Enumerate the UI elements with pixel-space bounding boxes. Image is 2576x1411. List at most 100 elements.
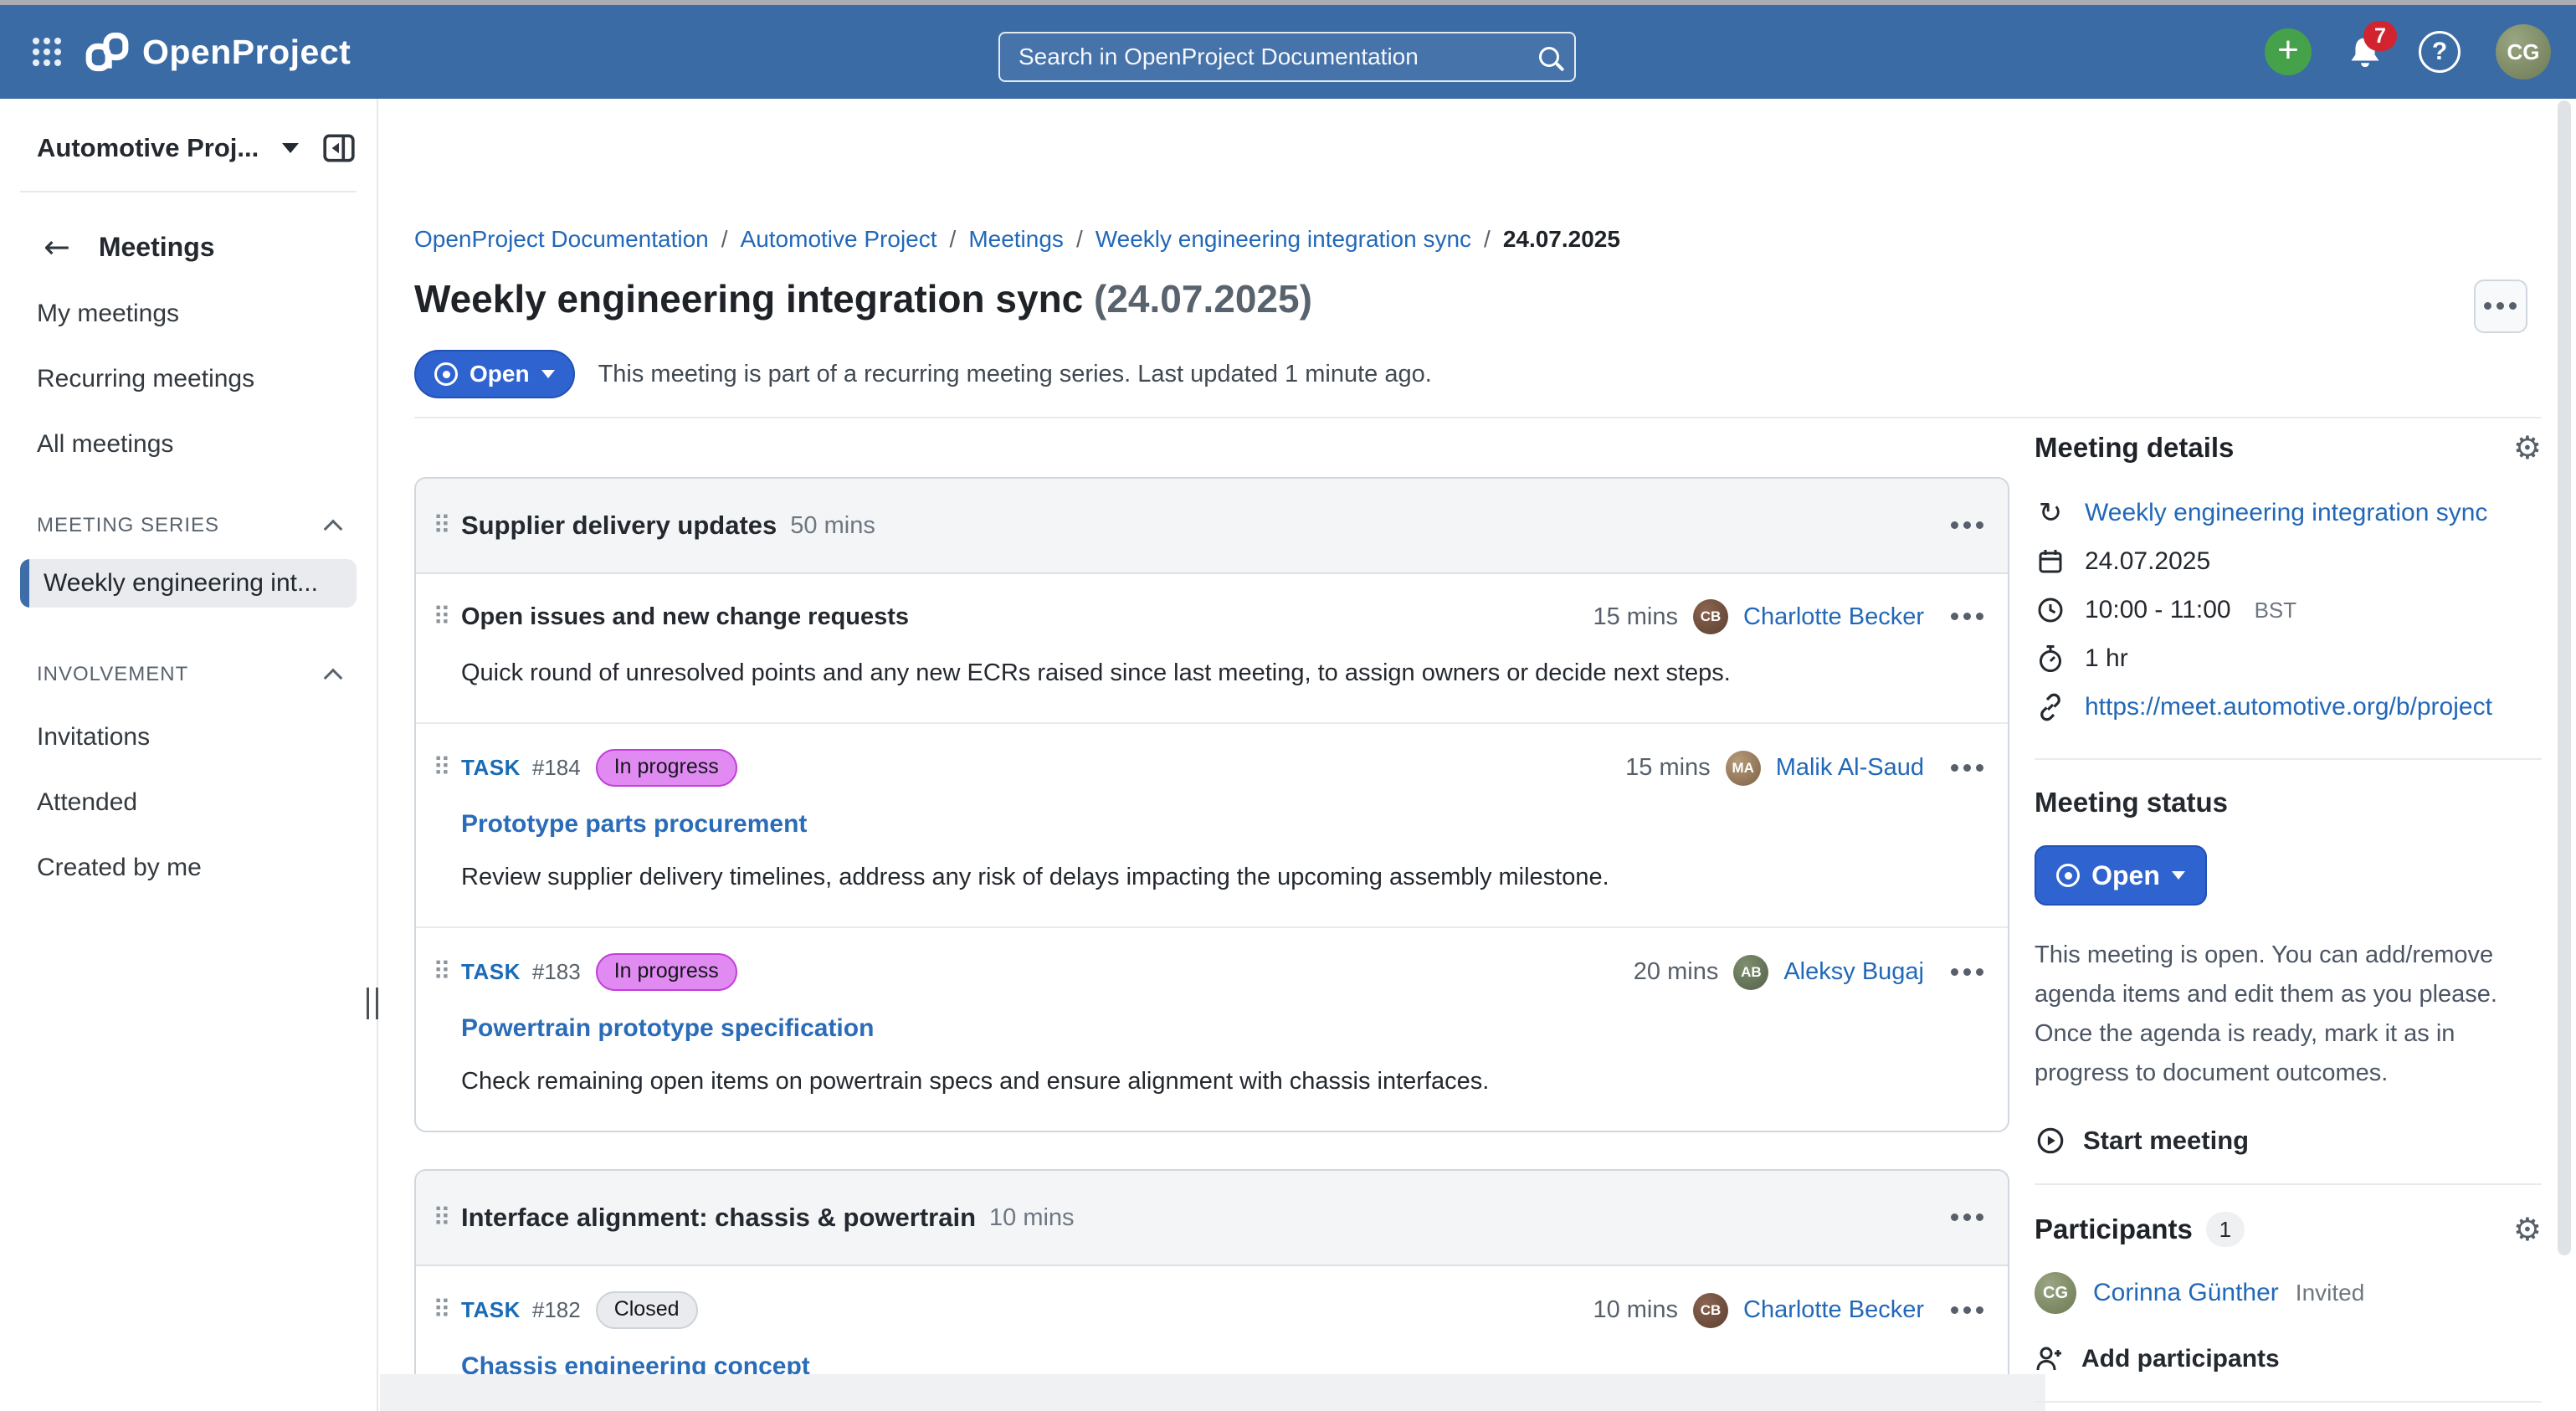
collapse-sidebar-button[interactable] (321, 131, 357, 166)
app-logo[interactable]: OpenProject (84, 32, 351, 72)
sidebar-divider (20, 191, 357, 192)
open-status-icon (2056, 864, 2080, 887)
search-icon[interactable] (1539, 47, 1559, 67)
global-add-button[interactable]: + (2265, 28, 2312, 75)
breadcrumb-link-docs[interactable]: OpenProject Documentation (414, 226, 709, 253)
notifications-button[interactable]: 7 (2347, 33, 2384, 71)
play-circle-icon (2035, 1125, 2066, 1157)
openproject-logo-icon (84, 32, 131, 72)
agenda-item-description: Quick round of unresolved points and any… (461, 659, 1984, 687)
work-package-link[interactable]: Prototype parts procurement (461, 810, 1984, 839)
search-input[interactable] (1019, 44, 1539, 70)
panel-divider (2035, 1401, 2542, 1403)
drag-handle-icon[interactable]: ⠿ (429, 1203, 454, 1233)
participant-name-link[interactable]: Corinna Günther (2093, 1279, 2279, 1307)
item-duration: 15 mins (1625, 754, 1711, 782)
kebab-menu-icon[interactable] (1951, 1306, 1984, 1315)
presenter-link[interactable]: Charlotte Becker (1743, 603, 1924, 631)
drag-handle-icon[interactable]: ⠿ (429, 1296, 454, 1325)
app-header: OpenProject + 7 ? CG (0, 5, 2576, 99)
presenter-avatar[interactable]: MA (1726, 751, 1761, 786)
drag-handle-icon[interactable]: ⠿ (429, 603, 454, 632)
breadcrumb-link-series[interactable]: Weekly engineering integration sync (1096, 226, 1471, 253)
add-participants-button[interactable]: Add participants (2035, 1344, 2542, 1374)
stopwatch-icon (2035, 644, 2066, 674)
sidebar-back-header[interactable]: ← Meetings (44, 231, 357, 263)
breadcrumb-separator: / (721, 226, 728, 253)
sidebar-item-all-meetings[interactable]: All meetings (37, 430, 357, 459)
meeting-url-link[interactable]: https://meet.automotive.org/b/project (2085, 693, 2492, 721)
work-package-id: #183 (532, 959, 581, 985)
sidebar-group-meeting-series[interactable]: MEETING SERIES (37, 514, 340, 537)
sidebar-item-weekly-engineering-selected[interactable]: Weekly engineering int... (20, 559, 357, 608)
help-button[interactable]: ? (2419, 31, 2461, 73)
breadcrumb-link-project[interactable]: Automotive Project (741, 226, 937, 253)
kebab-menu-icon[interactable] (1951, 764, 1984, 772)
item-duration: 10 mins (1593, 1296, 1678, 1324)
presenter-link[interactable]: Aleksy Bugaj (1783, 958, 1924, 986)
presenter-link[interactable]: Malik Al-Saud (1776, 754, 1924, 782)
meeting-status-title: Meeting status (2035, 787, 2542, 818)
work-package-link[interactable]: Powertrain prototype specification (461, 1014, 1984, 1043)
project-selector[interactable]: Automotive Proj... (37, 131, 357, 166)
meeting-title-text: Weekly engineering integration sync (414, 277, 1083, 321)
gear-icon[interactable]: ⚙ (2513, 1213, 2542, 1245)
drag-handle-icon[interactable]: ⠿ (429, 511, 454, 541)
drag-handle-icon[interactable]: ⠿ (429, 753, 454, 782)
kebab-menu-icon[interactable] (1951, 521, 1984, 530)
presenter-avatar[interactable]: CB (1693, 599, 1728, 634)
meeting-timezone: BST (2255, 598, 2297, 623)
presenter-avatar[interactable]: CB (1693, 1293, 1728, 1328)
page-more-options-button[interactable] (2474, 280, 2527, 333)
participant-avatar[interactable]: CG (2035, 1272, 2076, 1314)
back-arrow-icon[interactable]: ← (44, 231, 70, 263)
notification-count-badge: 7 (2363, 21, 2397, 51)
agenda-section: ⠿ Supplier delivery updates 50 mins ⠿ Op… (414, 477, 2009, 1132)
kebab-menu-icon[interactable] (1951, 968, 1984, 977)
status-dropdown-button-panel[interactable]: Open (2035, 845, 2207, 906)
agenda-section-header: ⠿ Interface alignment: chassis & powertr… (416, 1171, 2008, 1266)
detail-row-series: ↻ Weekly engineering integration sync (2035, 489, 2542, 537)
series-link[interactable]: Weekly engineering integration sync (2085, 499, 2487, 527)
sidebar-item-created-by-me[interactable]: Created by me (37, 854, 357, 882)
app-grid-icon[interactable] (32, 37, 62, 67)
user-avatar[interactable]: CG (2496, 24, 2551, 80)
start-meeting-label: Start meeting (2083, 1126, 2249, 1156)
chevron-up-icon[interactable] (324, 669, 343, 688)
sidebar-item-invitations[interactable]: Invitations (37, 723, 357, 752)
global-search[interactable] (998, 32, 1576, 82)
work-package-type: TASK (461, 1297, 521, 1323)
meeting-duration: 1 hr (2085, 644, 2128, 673)
link-icon (2035, 692, 2066, 722)
sidebar-resize-handle[interactable] (367, 988, 378, 1019)
breadcrumb-separator: / (1484, 226, 1491, 253)
sidebar-item-attended[interactable]: Attended (37, 788, 357, 817)
section-duration: 10 mins (989, 1204, 1075, 1232)
kebab-menu-icon[interactable] (1951, 1213, 1984, 1222)
agenda-item: ⠿ Open issues and new change requests 15… (416, 574, 2008, 724)
gear-icon[interactable]: ⚙ (2513, 432, 2542, 464)
detail-row-link: https://meet.automotive.org/b/project (2035, 683, 2542, 731)
scrollbar-thumb[interactable] (2558, 100, 2571, 1255)
agenda-item-description: Review supplier delivery timelines, addr… (461, 864, 1984, 891)
chevron-down-icon (2172, 871, 2185, 880)
participant-row: CG Corinna Günther Invited (2035, 1272, 2542, 1314)
presenter-link[interactable]: Charlotte Becker (1743, 1296, 1924, 1324)
kebab-menu-icon[interactable] (1951, 613, 1984, 621)
drag-handle-icon[interactable]: ⠿ (429, 957, 454, 987)
sidebar-item-my-meetings[interactable]: My meetings (37, 300, 357, 328)
app-name: OpenProject (142, 33, 351, 72)
chevron-up-icon[interactable] (324, 520, 343, 539)
start-meeting-button[interactable]: Start meeting (2035, 1125, 2542, 1157)
kebab-menu-icon (2484, 302, 2517, 310)
meeting-series-header: MEETING SERIES (37, 514, 219, 537)
sidebar-section-title: Meetings (99, 232, 215, 263)
sidebar-item-recurring-meetings[interactable]: Recurring meetings (37, 365, 357, 393)
status-dropdown-button[interactable]: Open (414, 350, 575, 398)
main-content: OpenProject Documentation / Automotive P… (380, 99, 2576, 1411)
breadcrumb-link-meetings[interactable]: Meetings (968, 226, 1064, 253)
presenter-avatar[interactable]: AB (1733, 955, 1768, 990)
sidebar-group-involvement[interactable]: INVOLVEMENT (37, 663, 340, 686)
meeting-details-title: Meeting details (2035, 432, 2234, 464)
recurring-note: This meeting is part of a recurring meet… (598, 361, 1432, 388)
